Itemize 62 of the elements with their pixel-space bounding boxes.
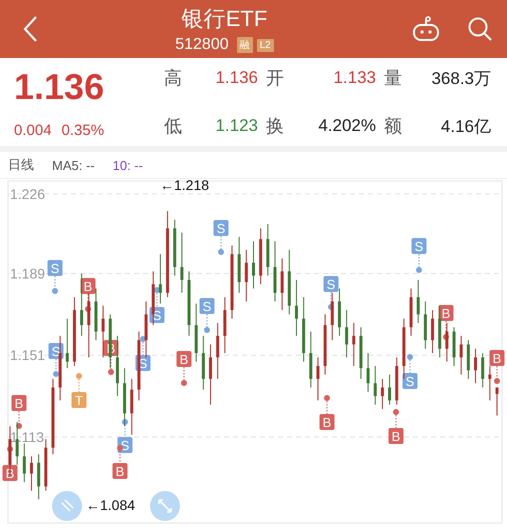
candlestick [374, 365, 377, 406]
fund-title: 银行ETF [182, 5, 268, 33]
price-change: 0.004 [14, 122, 52, 138]
candlestick [380, 378, 384, 410]
candlestick [416, 279, 420, 324]
stat-value: 1.136 [214, 68, 258, 88]
stat-value: 1.133 [332, 68, 376, 88]
low-price-label: ←1.084 [86, 497, 136, 513]
candlestick [130, 378, 134, 436]
stat-value: 4.202% [317, 116, 376, 136]
stat-value: 1.123 [214, 116, 258, 136]
stat-label: 额 [384, 115, 403, 138]
candlestick [102, 305, 105, 358]
tag-badge: 融 [236, 37, 253, 53]
candlestick [66, 318, 69, 369]
stat-value: 4.16亿 [440, 116, 491, 138]
percent-change: 0.35% [62, 122, 104, 138]
candlestick [80, 272, 84, 336]
diagonal-lines-icon [59, 498, 75, 514]
candlestick [30, 456, 33, 492]
axis-label: 1.151 [10, 347, 46, 364]
indicator-toggle-button[interactable] [52, 491, 82, 521]
candlestick [180, 232, 184, 294]
candlestick [388, 374, 392, 406]
candlestick [280, 258, 284, 311]
candlestick [345, 310, 348, 358]
candlestick [22, 442, 26, 483]
candlestick [216, 322, 220, 380]
candlestick [481, 352, 484, 388]
fund-code: 512800 [175, 36, 229, 54]
stat-label: 高 [164, 67, 183, 90]
candlestick [474, 348, 478, 384]
ma10-label: 10: -- [112, 158, 143, 172]
candlestick [316, 356, 320, 401]
candlestick [460, 335, 463, 376]
candlestick [366, 352, 370, 392]
stat-label: 量 [384, 67, 403, 90]
candlestick [209, 344, 212, 406]
tag-badge: L2 [256, 38, 274, 52]
last-price: 1.136 [14, 66, 106, 108]
candlestick [496, 386, 498, 416]
candlestick [488, 365, 492, 401]
stat-label: 换 [266, 115, 285, 138]
search-icon[interactable] [467, 16, 493, 42]
ma5-label: MA5: -- [52, 158, 95, 172]
expand-icon [157, 498, 173, 514]
candlestick [294, 279, 298, 336]
candlestick [252, 240, 255, 290]
axis-label: 1.226 [10, 186, 46, 202]
stat-label: 低 [164, 115, 183, 138]
candlestick [431, 310, 434, 354]
robot-icon[interactable] [411, 16, 441, 42]
back-icon[interactable] [22, 15, 38, 43]
period-label: 日线 [8, 156, 34, 174]
candlestick [244, 249, 248, 302]
high-price-label: ←1.218 [160, 179, 210, 193]
stat-label: 开 [266, 67, 285, 90]
axis-label: 1.189 [10, 266, 46, 282]
candlestick [37, 454, 40, 500]
candlestick [352, 322, 356, 366]
stat-value: 368.3万 [430, 68, 491, 90]
candlestick [158, 254, 162, 304]
